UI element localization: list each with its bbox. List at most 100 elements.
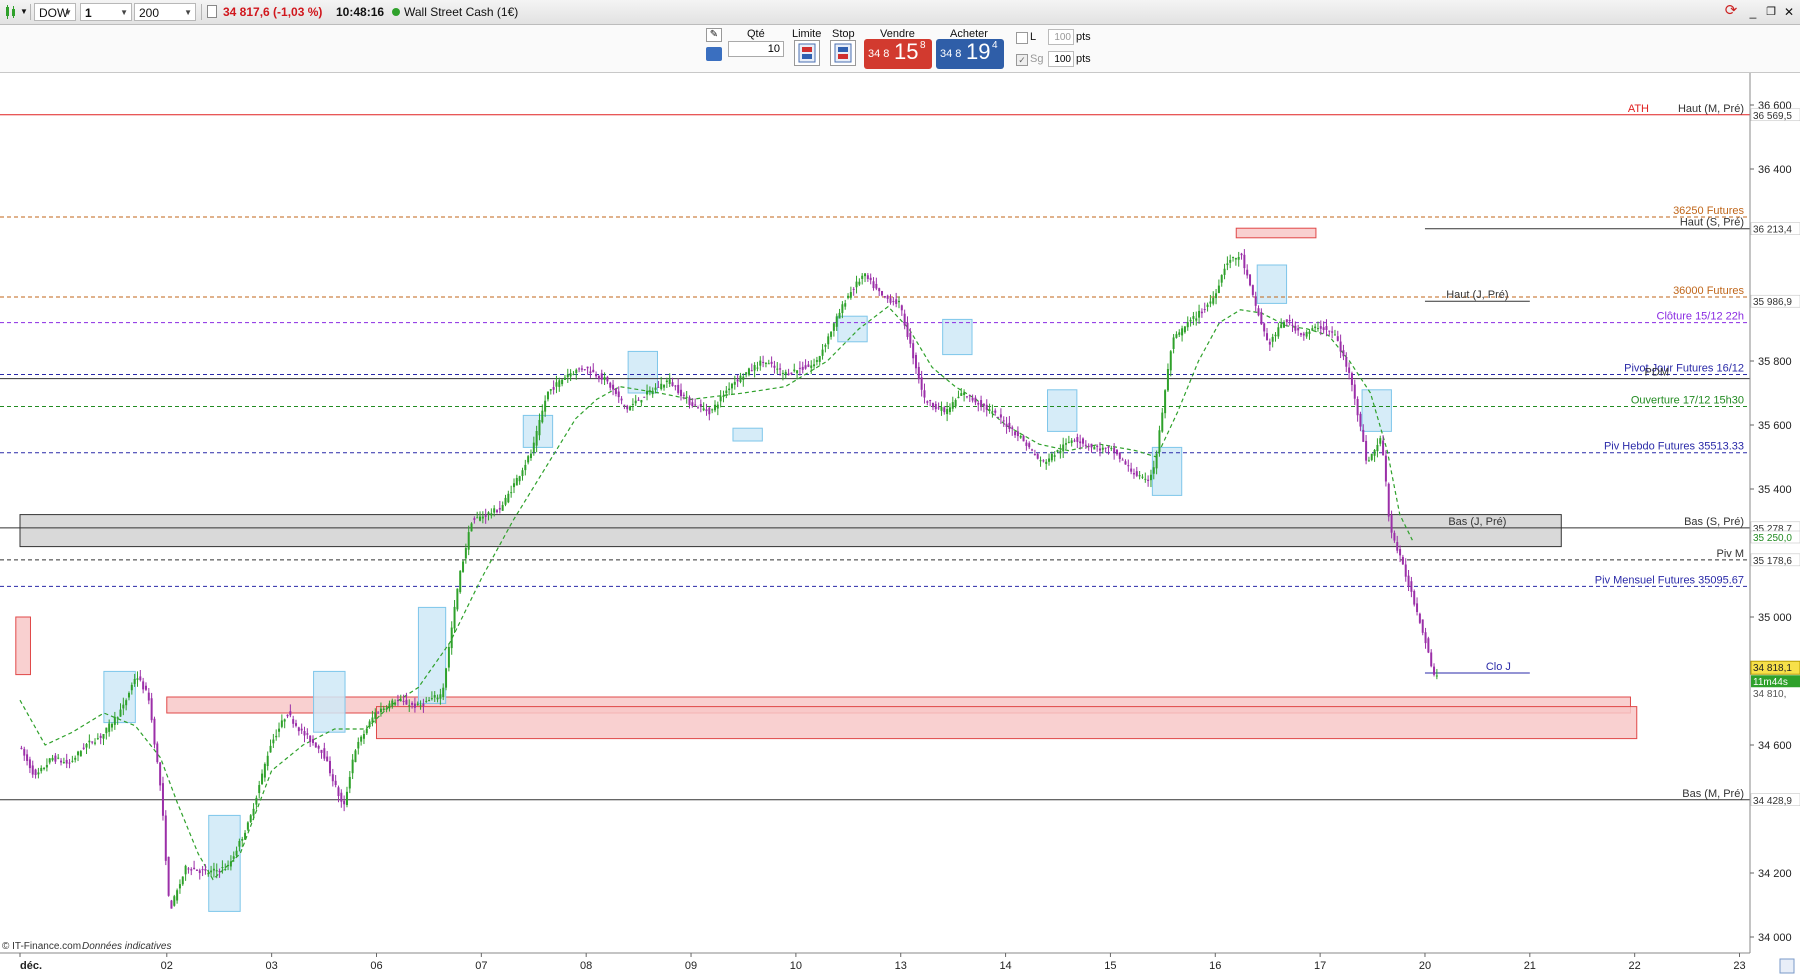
candle-body [643, 396, 646, 398]
candle-body [957, 396, 960, 399]
candle-body [275, 735, 278, 738]
x-tick-label: déc. [20, 960, 42, 972]
candle-body [283, 719, 286, 722]
candle-body [303, 731, 306, 736]
candle-body [546, 391, 549, 400]
market-open-dot-icon [392, 8, 400, 16]
candle-body [946, 408, 949, 415]
footer-note: Données indicatives [82, 941, 172, 952]
candle-body [1274, 334, 1277, 337]
candle-body [708, 407, 711, 415]
zone-blue [732, 427, 763, 442]
candle-body [212, 868, 215, 871]
candle-body [716, 404, 719, 409]
candle-body [586, 366, 589, 369]
candle-body [1203, 309, 1206, 311]
candle-body [999, 414, 1002, 418]
units-combo[interactable]: 200 unités▼ [134, 3, 196, 38]
candle-body [578, 368, 581, 370]
candle-body [258, 785, 261, 794]
candle-body [702, 408, 705, 411]
candle-body [79, 751, 82, 757]
candle-body [575, 369, 578, 374]
candle-body [113, 716, 116, 725]
y-tick-label: 34 000 [1758, 932, 1792, 944]
chevron-down-icon: ▼ [184, 8, 192, 17]
tools-icon[interactable]: ✎ [706, 28, 722, 42]
sg-checkbox[interactable]: ✓ [1016, 54, 1028, 66]
page-icon[interactable] [207, 5, 217, 18]
candle-body [43, 768, 46, 770]
candle-body [1138, 475, 1141, 477]
candle-body [1308, 331, 1311, 334]
restore-button[interactable]: ❐ [1764, 3, 1778, 21]
candle-body [1212, 297, 1215, 304]
sg-points-input[interactable] [1048, 51, 1074, 67]
candle-body [1328, 330, 1331, 332]
candle-body [781, 372, 784, 374]
candle-body [1433, 666, 1436, 675]
candle-body [917, 366, 920, 380]
close-button[interactable]: ✕ [1782, 3, 1796, 21]
candle-body [507, 493, 510, 503]
candle-body [1144, 478, 1147, 480]
candle-body [914, 354, 917, 369]
candle-body [1379, 438, 1382, 444]
candle-body [309, 735, 312, 742]
limit-order-button[interactable] [794, 40, 820, 66]
candle-body [1073, 440, 1076, 442]
qty-input[interactable] [728, 41, 784, 57]
candle-body [297, 727, 300, 732]
chart-canvas[interactable]: ATH Haut (M, Pré) 36250 FuturesHaut (S, Pr… [0, 73, 1800, 977]
price-chart[interactable]: ATH Haut (M, Pré) 36250 Futures Haut (S, Pr… [0, 73, 1800, 977]
candle-body [1390, 515, 1393, 533]
candle-body [1005, 423, 1008, 427]
sell-button[interactable]: 34 8 15 8 [864, 39, 932, 69]
candle-body [34, 769, 37, 775]
candle-body [985, 404, 988, 410]
candle-body [430, 698, 433, 700]
candle-body [968, 395, 971, 397]
candle-body [733, 381, 736, 385]
candle-body [1365, 440, 1368, 461]
candle-body [677, 384, 680, 394]
dropdown-arrow-icon[interactable]: ▼ [20, 3, 28, 21]
level-label: Bas (J, Pré) [1448, 516, 1506, 528]
level-label: Clo J [1486, 661, 1511, 673]
candle-body [65, 759, 68, 764]
candle-body [122, 704, 125, 709]
candle-body [1305, 332, 1308, 337]
l-points-input[interactable] [1048, 29, 1074, 45]
buy-button[interactable]: 34 8 19 4 [936, 39, 1004, 69]
l-checkbox[interactable] [1016, 32, 1028, 44]
refresh-icon[interactable]: ⟳ [1722, 2, 1740, 20]
candle-body [988, 409, 991, 411]
candle-body [866, 275, 869, 279]
stop-order-button[interactable] [830, 40, 856, 66]
candle-body [1118, 452, 1121, 459]
candle-body [1042, 460, 1045, 462]
candle-body [416, 703, 419, 706]
timeframe-combo[interactable]: 1 heure▼ [80, 3, 132, 38]
candle-body [1370, 453, 1373, 460]
candle-body [934, 404, 937, 410]
level-label: PDM [1645, 367, 1669, 379]
candle-body [518, 476, 521, 482]
candle-body [365, 728, 368, 734]
symbol-combo[interactable]: DOW ▼ [34, 3, 76, 21]
candle-body [1132, 473, 1135, 475]
candle-body [764, 362, 767, 364]
candle-body [210, 870, 213, 873]
candle-body [504, 497, 507, 505]
keypad-icon[interactable] [706, 47, 722, 61]
candle-body [204, 868, 207, 871]
candle-body [218, 870, 221, 872]
chevron-down-icon: ▼ [64, 8, 72, 17]
chart-type-icon[interactable] [4, 4, 18, 20]
candle-body [1045, 461, 1048, 464]
level-price-tag-label: 35 986,9 [1753, 297, 1792, 308]
candle-body [617, 391, 620, 398]
candle-body [1062, 444, 1065, 452]
candle-body [232, 856, 235, 859]
minimize-button[interactable]: _ [1746, 3, 1760, 21]
